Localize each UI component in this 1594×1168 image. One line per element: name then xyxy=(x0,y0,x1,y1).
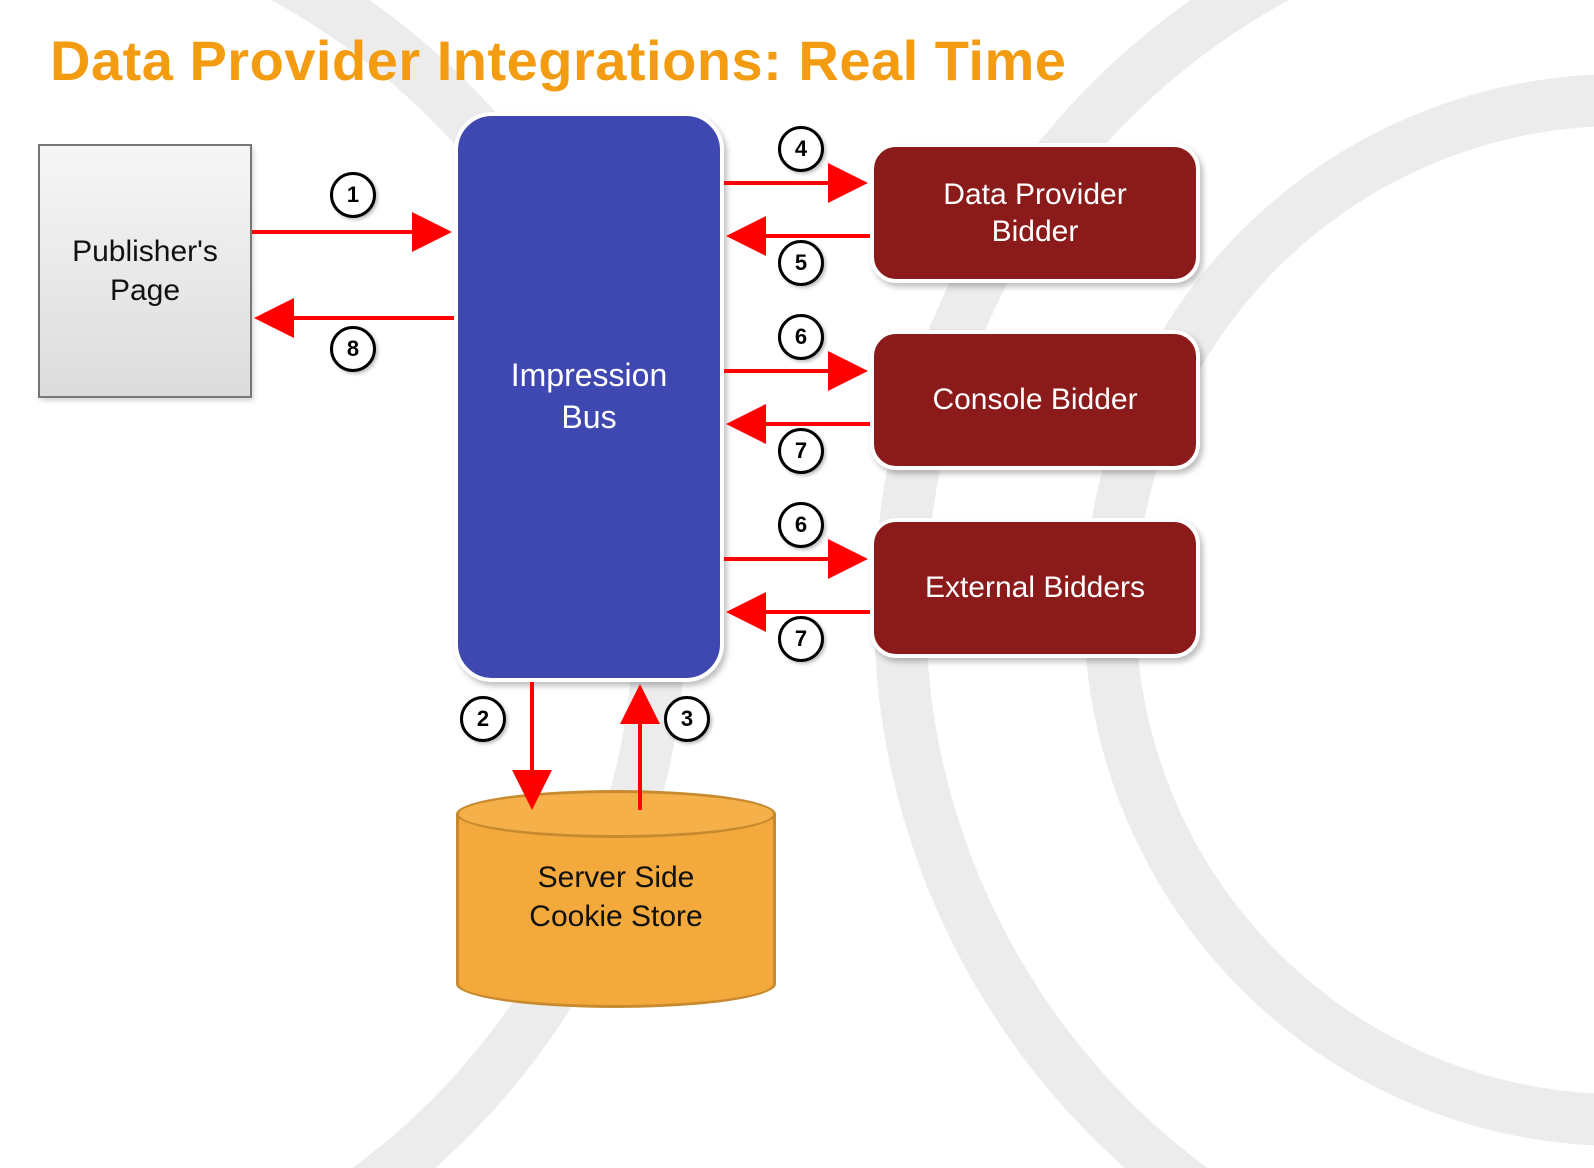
cylinder-bottom xyxy=(456,960,776,1008)
node-label: Console Bidder xyxy=(932,381,1137,419)
step-2: 2 xyxy=(460,696,506,742)
node-label: Publisher's Page xyxy=(72,232,218,310)
step-6-external: 6 xyxy=(778,502,824,548)
step-1: 1 xyxy=(330,172,376,218)
diagram-canvas: Publisher's Page Impression Bus Data Pro… xyxy=(0,0,1594,1168)
node-label: Impression Bus xyxy=(511,355,668,438)
node-publisher-page: Publisher's Page xyxy=(38,144,252,398)
step-4: 4 xyxy=(778,126,824,172)
node-console-bidder: Console Bidder xyxy=(870,330,1200,470)
node-cookie-store: Server Side Cookie Store xyxy=(456,790,776,1008)
node-impression-bus: Impression Bus xyxy=(454,112,724,682)
step-8: 8 xyxy=(330,326,376,372)
node-external-bidders: External Bidders xyxy=(870,518,1200,658)
node-label: External Bidders xyxy=(925,569,1145,607)
node-label: Data Provider Bidder xyxy=(943,176,1126,251)
node-label: Server Side Cookie Store xyxy=(456,858,776,936)
node-data-provider-bidder: Data Provider Bidder xyxy=(870,143,1200,283)
step-7-console: 7 xyxy=(778,428,824,474)
step-7-external: 7 xyxy=(778,616,824,662)
step-6-console: 6 xyxy=(778,314,824,360)
step-3: 3 xyxy=(664,696,710,742)
step-5: 5 xyxy=(778,240,824,286)
cylinder-top xyxy=(456,790,776,838)
